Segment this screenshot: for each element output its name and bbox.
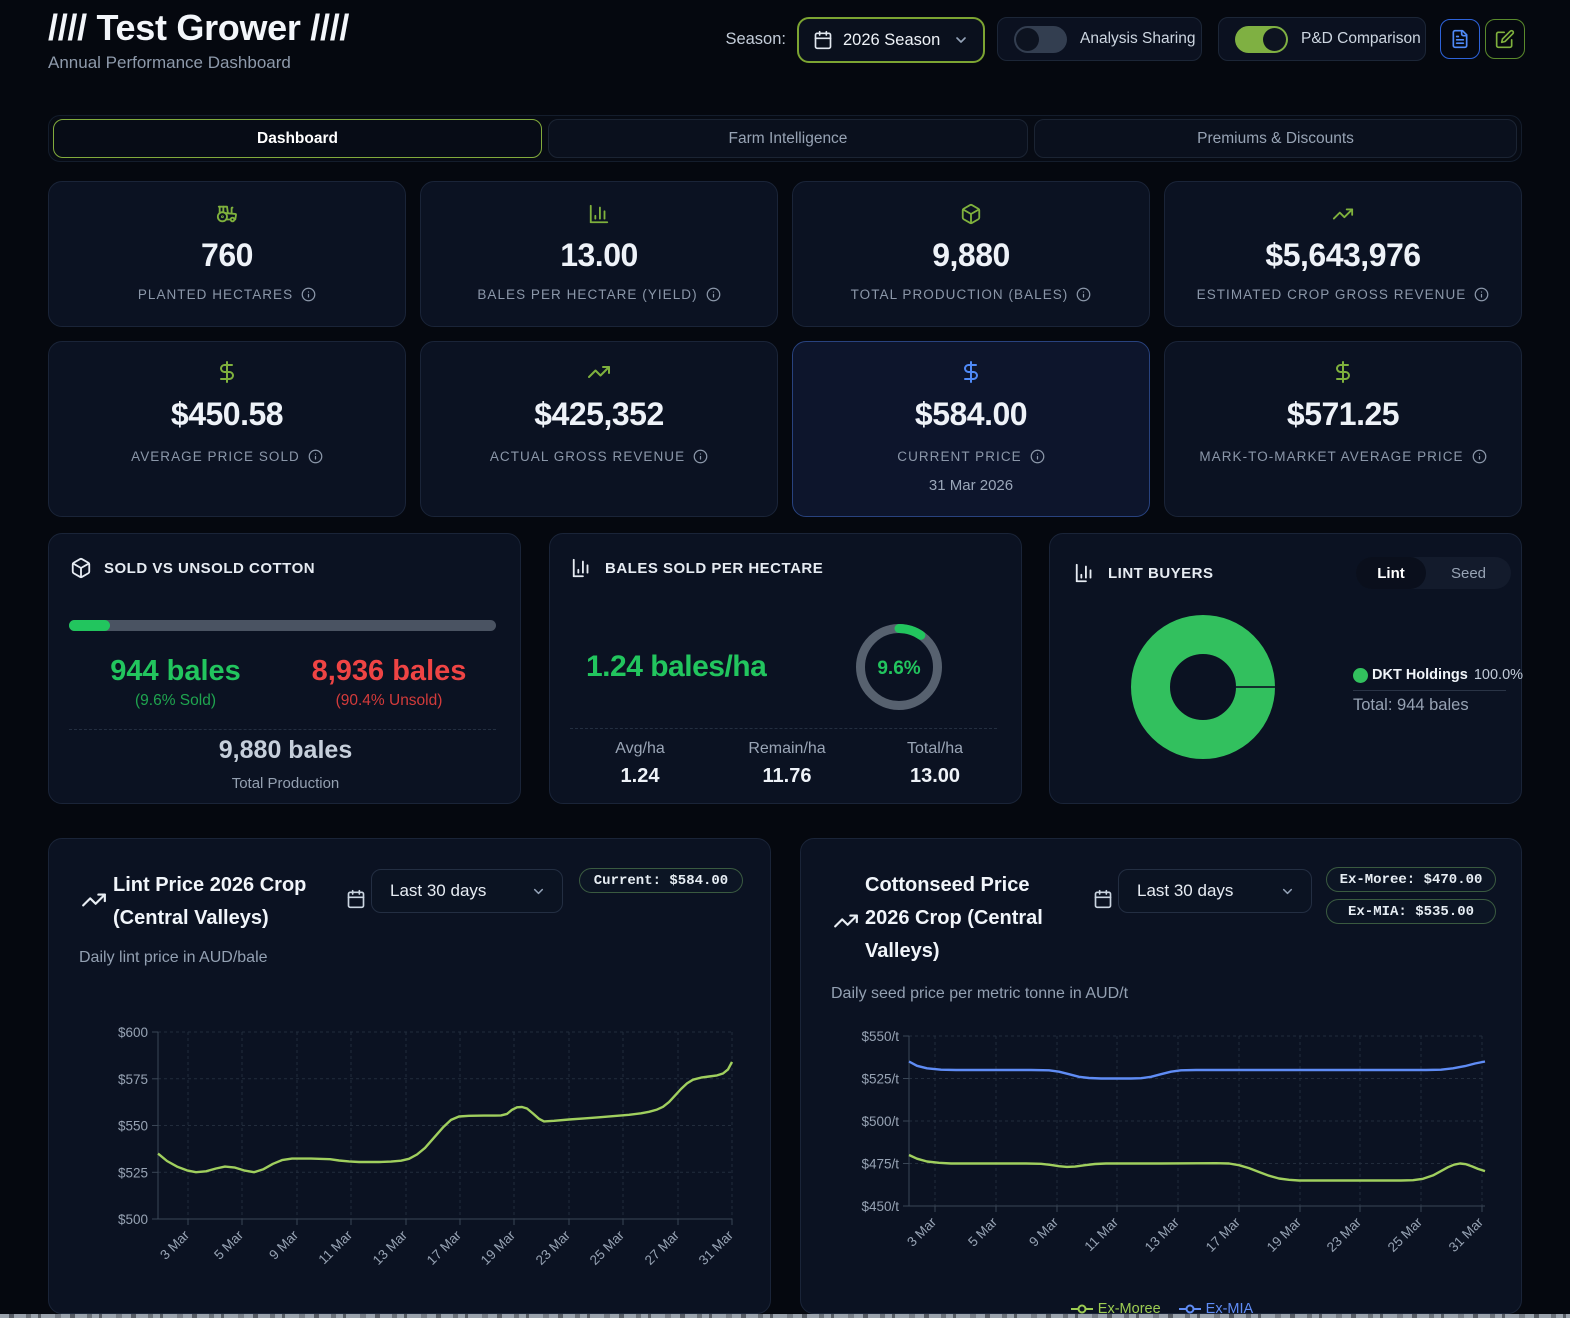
svg-text:$575: $575 [118, 1072, 148, 1087]
svg-text:$475/t: $475/t [861, 1157, 899, 1172]
svg-text:$450/t: $450/t [861, 1199, 899, 1214]
svg-text:11 Mar: 11 Mar [316, 1227, 356, 1267]
svg-text:$600: $600 [118, 1025, 148, 1040]
svg-text:$500/t: $500/t [861, 1114, 899, 1129]
svg-text:17 Mar: 17 Mar [424, 1227, 465, 1268]
svg-text:$550/t: $550/t [861, 1029, 899, 1044]
svg-text:25 Mar: 25 Mar [1385, 1214, 1426, 1255]
svg-text:11 Mar: 11 Mar [1082, 1214, 1122, 1254]
svg-text:9.6%: 9.6% [877, 658, 920, 679]
svg-text:3 Mar: 3 Mar [157, 1227, 192, 1262]
svg-text:19 Mar: 19 Mar [1264, 1214, 1305, 1255]
svg-text:23 Mar: 23 Mar [1324, 1214, 1365, 1255]
svg-text:3 Mar: 3 Mar [904, 1214, 939, 1249]
svg-text:$525/t: $525/t [861, 1072, 899, 1087]
svg-text:31 Mar: 31 Mar [1446, 1214, 1487, 1255]
svg-text:31 Mar: 31 Mar [696, 1227, 737, 1268]
svg-text:5 Mar: 5 Mar [211, 1227, 246, 1262]
svg-text:13 Mar: 13 Mar [370, 1227, 411, 1268]
svg-text:23 Mar: 23 Mar [533, 1227, 574, 1268]
svg-text:$550: $550 [118, 1119, 148, 1134]
svg-text:$500: $500 [118, 1212, 148, 1227]
svg-text:19 Mar: 19 Mar [478, 1227, 519, 1268]
svg-text:9 Mar: 9 Mar [266, 1227, 301, 1262]
svg-text:$525: $525 [118, 1165, 148, 1180]
svg-text:25 Mar: 25 Mar [587, 1227, 628, 1268]
svg-text:5 Mar: 5 Mar [965, 1214, 1000, 1249]
svg-text:13 Mar: 13 Mar [1142, 1214, 1183, 1255]
svg-text:9 Mar: 9 Mar [1026, 1214, 1061, 1249]
svg-text:27 Mar: 27 Mar [642, 1227, 683, 1268]
svg-text:17 Mar: 17 Mar [1203, 1214, 1244, 1255]
